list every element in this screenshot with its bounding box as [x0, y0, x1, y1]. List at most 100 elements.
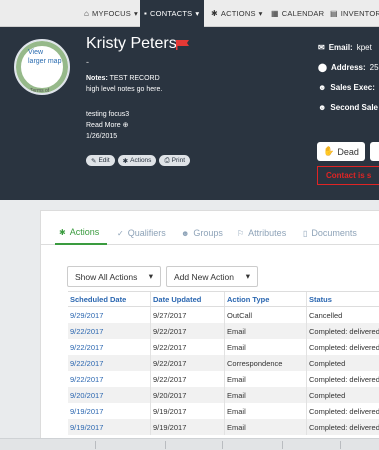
- contact-action-buttons: ✎ Edit ✱ Actions ⎙ Print: [86, 155, 191, 166]
- action-type-cell: Email: [224, 403, 306, 419]
- nav-inventory[interactable]: ▤ INVENTORY: [328, 0, 379, 27]
- divider: [340, 441, 341, 449]
- view-larger-map-link[interactable]: View larger map: [28, 48, 62, 66]
- inventory-icon: ▤: [330, 9, 338, 18]
- email-value[interactable]: kpet: [357, 43, 372, 52]
- scheduled-date-cell[interactable]: 9/22/2017: [68, 359, 150, 368]
- contact-subtitle: -: [86, 57, 89, 67]
- action-type-cell: Email: [224, 371, 306, 387]
- table-row[interactable]: 9/22/2017 9/22/2017 Correspondence Complete…: [68, 355, 379, 371]
- col-status[interactable]: Status: [306, 292, 379, 306]
- status-cell: Completed: delivered: [306, 403, 379, 419]
- user-icon: ☻: [318, 82, 327, 92]
- home-icon: ⌂: [84, 9, 90, 18]
- table-row[interactable]: 9/19/2017 9/19/2017 Email Completed: delive…: [68, 419, 379, 435]
- nav-calendar[interactable]: ▦ CALENDAR: [269, 0, 325, 27]
- bottom-bar: [0, 438, 379, 450]
- nav-myfocus[interactable]: ⌂ MYFOCUS ▾: [80, 0, 138, 27]
- table-row[interactable]: 9/29/2017 9/27/2017 OutCall Cancelled: [68, 307, 379, 323]
- map-thumbnail[interactable]: View larger map Terms of: [14, 39, 70, 95]
- scheduled-date-cell[interactable]: 9/22/2017: [68, 375, 150, 384]
- notes-line: high level notes go here.: [86, 86, 163, 93]
- tab-label: Actions: [69, 227, 100, 237]
- caret-down-icon: ▾: [245, 271, 250, 281]
- scheduled-date-cell[interactable]: 9/29/2017: [68, 311, 150, 320]
- dead-status-button[interactable]: ✋ Dead: [317, 142, 365, 161]
- col-date-updated[interactable]: Date Updated: [150, 292, 224, 306]
- scheduled-date-cell[interactable]: 9/19/2017: [68, 423, 150, 432]
- status-cell: Cancelled: [306, 307, 379, 323]
- contact-name: Kristy Peters: [86, 35, 177, 52]
- map-terms-link[interactable]: Terms of: [30, 88, 49, 93]
- read-more-link[interactable]: Read More ⊕: [86, 120, 129, 131]
- calendar-icon: ▦: [271, 9, 279, 18]
- print-button[interactable]: ⎙ Print: [159, 155, 191, 166]
- extra-note: testing focus3: [86, 111, 130, 118]
- tab-attributes[interactable]: ⚐ Attributes: [237, 221, 286, 245]
- edit-button[interactable]: ✎ Edit: [86, 155, 115, 166]
- top-navigation: ⌂ MYFOCUS ▾ ▪ CONTACTS ▾ ✱ ACTIONS ▾ ▦ C…: [0, 0, 379, 27]
- address-row: ⬤ Address: 25: [318, 57, 379, 77]
- envelope-icon: ✉: [318, 42, 325, 52]
- date-updated-cell: 9/22/2017: [150, 339, 224, 355]
- map-marker-icon: ⬤: [318, 62, 327, 72]
- nav-actions[interactable]: ✱ ACTIONS ▾: [207, 0, 265, 27]
- add-action-dropdown[interactable]: Add New Action ▾: [166, 266, 258, 287]
- date-updated-cell: 9/22/2017: [150, 371, 224, 387]
- scheduled-date-cell[interactable]: 9/22/2017: [68, 343, 150, 352]
- action-type-cell: Email: [224, 419, 306, 435]
- action-type-cell: Email: [224, 387, 306, 403]
- table-row[interactable]: 9/19/2017 9/19/2017 Email Completed: delive…: [68, 403, 379, 419]
- notes-label: Notes:: [86, 75, 108, 82]
- email-label: Email:: [328, 42, 353, 52]
- date-updated-cell: 9/27/2017: [150, 307, 224, 323]
- gears-icon: ✱: [122, 157, 129, 165]
- second-sales-row: ☻ Second Sale: [318, 97, 379, 117]
- status-cell: Completed: delivered: [306, 371, 379, 387]
- detail-tabs: ✱ Actions ✓ Qualifiers ☻ Groups ⚐ Attributes…: [41, 221, 379, 245]
- notes-block: Notes: TEST RECORD high level notes go h…: [86, 73, 162, 95]
- tab-qualifiers[interactable]: ✓ Qualifiers: [117, 221, 166, 245]
- table-row[interactable]: 9/22/2017 9/22/2017 Email Completed: delive…: [68, 339, 379, 355]
- second-sales-label: Second Sale: [330, 102, 378, 112]
- user-icon: ☻: [318, 102, 327, 112]
- tab-documents[interactable]: ▯ Documents: [303, 221, 357, 245]
- print-label: Print: [171, 157, 186, 164]
- action-type-cell: OutCall: [224, 307, 306, 323]
- action-type-cell: Correspondence: [224, 355, 306, 371]
- tab-label: Documents: [311, 228, 357, 238]
- tab-label: Qualifiers: [127, 228, 166, 238]
- date-updated-cell: 9/19/2017: [150, 403, 224, 419]
- table-row[interactable]: 9/22/2017 9/22/2017 Email Completed: delive…: [68, 371, 379, 387]
- status-cell: Completed: delivered: [306, 419, 379, 435]
- tab-actions[interactable]: ✱ Actions: [55, 221, 107, 245]
- printer-icon: ⎙: [164, 156, 170, 164]
- divider: [282, 441, 283, 449]
- scheduled-date-cell[interactable]: 9/22/2017: [68, 327, 150, 336]
- notes-extra: testing focus3 Read More ⊕ 1/26/2015: [86, 109, 129, 142]
- status-cell: Completed: delivered: [306, 339, 379, 355]
- tab-label: Groups: [193, 228, 223, 238]
- col-scheduled-date[interactable]: Scheduled Date: [68, 295, 150, 304]
- check-circle-icon: ✓: [117, 228, 124, 238]
- actions-button[interactable]: ✱ Actions: [117, 155, 157, 166]
- note-date: 1/26/2015: [86, 133, 118, 140]
- nav-contacts[interactable]: ▪ CONTACTS ▾: [140, 0, 204, 27]
- scheduled-date-cell[interactable]: 9/20/2017: [68, 391, 150, 400]
- email-row: ✉ Email: kpet: [318, 37, 379, 57]
- table-row[interactable]: 9/20/2017 9/20/2017 Email Completed: [68, 387, 379, 403]
- col-action-type[interactable]: Action Type: [224, 292, 306, 306]
- date-updated-cell: 9/20/2017: [150, 387, 224, 403]
- read-more-label: Read More: [86, 122, 121, 129]
- nav-label: CONTACTS: [150, 9, 193, 18]
- status-cell: Completed: [306, 355, 379, 371]
- show-actions-dropdown[interactable]: Show All Actions ▾: [67, 266, 161, 287]
- gears-icon: ✱: [59, 227, 66, 237]
- nav-label: ACTIONS: [220, 9, 256, 18]
- flag-icon[interactable]: [176, 40, 190, 50]
- scheduled-date-cell[interactable]: 9/19/2017: [68, 407, 150, 416]
- extra-status-button[interactable]: [370, 142, 379, 161]
- table-row[interactable]: 9/22/2017 9/22/2017 Email Completed: delive…: [68, 323, 379, 339]
- contact-header: View larger map Terms of Kristy Peters -…: [0, 27, 379, 200]
- tab-groups[interactable]: ☻ Groups: [181, 221, 223, 245]
